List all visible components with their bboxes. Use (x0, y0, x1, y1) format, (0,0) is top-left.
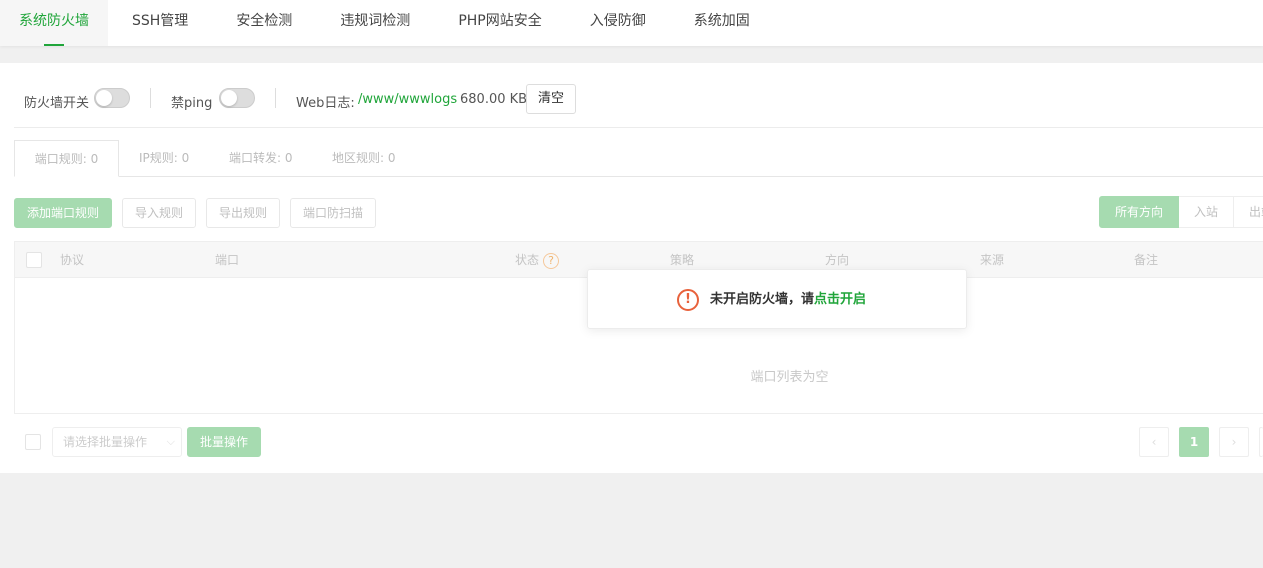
divider (275, 88, 276, 108)
top-navigation: 系统防火墙 SSH管理 安全检测 违规词检测 PHP网站安全 入侵防御 系统加固 (0, 0, 1263, 46)
footer-select-all-checkbox[interactable] (25, 434, 41, 450)
ping-label: 禁ping (171, 96, 213, 111)
weblog-size: 680.00 KB (460, 92, 528, 107)
tab-region-rules[interactable]: 地区规则: 0 (332, 140, 396, 177)
column-port: 端口 (215, 253, 240, 267)
firewall-disabled-toast: ! 未开启防火墙，请点击开启 (587, 269, 967, 329)
tab-php-site-security[interactable]: PHP网站安全 (434, 0, 565, 46)
firewall-switch-label: 防火墙开关 (24, 96, 90, 111)
filter-all-directions[interactable]: 所有方向 (1099, 196, 1179, 228)
exclamation-circle-icon: ! (677, 289, 699, 311)
weblog-label: Web日志: (296, 96, 355, 111)
port-scan-protect-button[interactable]: 端口防扫描 (290, 198, 376, 228)
action-buttons: 添加端口规则 导入规则 导出规则 端口防扫描 (14, 198, 1263, 228)
empty-list-text: 端口列表为空 (750, 370, 829, 385)
batch-operation-button[interactable]: 批量操作 (187, 427, 261, 457)
column-source: 来源 (980, 253, 1005, 267)
tab-port-rules[interactable]: 端口规则: 0 (14, 140, 119, 177)
rule-tabs: 端口规则: 0 IP规则: 0 端口转发: 0 地区规则: 0 (14, 140, 1263, 177)
filter-outbound[interactable]: 出站 (1234, 196, 1263, 228)
tab-security-check[interactable]: 安全检测 (212, 0, 316, 46)
firewall-toolbar: 防火墙开关 禁ping Web日志: /www/wwwlogs 680.00 K… (14, 63, 1263, 128)
select-all-checkbox[interactable] (26, 252, 42, 268)
import-rules-button[interactable]: 导入规则 (122, 198, 196, 228)
question-icon[interactable]: ? (543, 252, 560, 269)
prev-page-button[interactable]: ‹ (1139, 427, 1169, 457)
column-protocol: 协议 (60, 253, 85, 267)
enable-firewall-link[interactable]: 点击开启 (814, 292, 866, 307)
batch-operation-select[interactable]: 请选择批量操作 ⌵ (52, 427, 182, 457)
toast-message: 未开启防火墙，请点击开启 (710, 290, 866, 310)
column-status: 状态? (515, 242, 560, 278)
table-footer: 请选择批量操作 ⌵ 批量操作 ‹ 1 › (0, 426, 1263, 458)
ban-ping-toggle[interactable] (219, 88, 255, 108)
tab-ip-rules[interactable]: IP规则: 0 (139, 140, 189, 177)
export-rules-button[interactable]: 导出规则 (206, 198, 280, 228)
divider (150, 88, 151, 108)
tab-port-forwarding[interactable]: 端口转发: 0 (229, 140, 293, 177)
tab-ssh-management[interactable]: SSH管理 (108, 0, 212, 46)
toast-message-text: 未开启防火墙，请 (710, 292, 815, 307)
tab-system-hardening[interactable]: 系统加固 (670, 0, 774, 46)
tab-system-firewall[interactable]: 系统防火墙 (0, 0, 108, 46)
clear-log-button[interactable]: 清空 (526, 84, 576, 114)
page-jump-input[interactable] (1259, 427, 1263, 457)
add-port-rule-button[interactable]: 添加端口规则 (14, 198, 112, 228)
page-1-button[interactable]: 1 (1179, 427, 1209, 457)
column-status-label: 状态 (515, 253, 540, 267)
firewall-toggle[interactable] (94, 88, 130, 108)
weblog-path-link[interactable]: /www/wwwlogs (358, 92, 457, 107)
column-remark: 备注 (1134, 253, 1159, 267)
tab-intrusion-defense[interactable]: 入侵防御 (566, 0, 670, 46)
filter-inbound[interactable]: 入站 (1179, 196, 1234, 228)
tab-forbidden-words[interactable]: 违规词检测 (316, 0, 434, 46)
batch-operation-placeholder: 请选择批量操作 (63, 435, 148, 449)
chevron-down-icon: ⌵ (166, 435, 175, 448)
next-page-button[interactable]: › (1219, 427, 1249, 457)
main-panel: 防火墙开关 禁ping Web日志: /www/wwwlogs 680.00 K… (0, 63, 1263, 473)
